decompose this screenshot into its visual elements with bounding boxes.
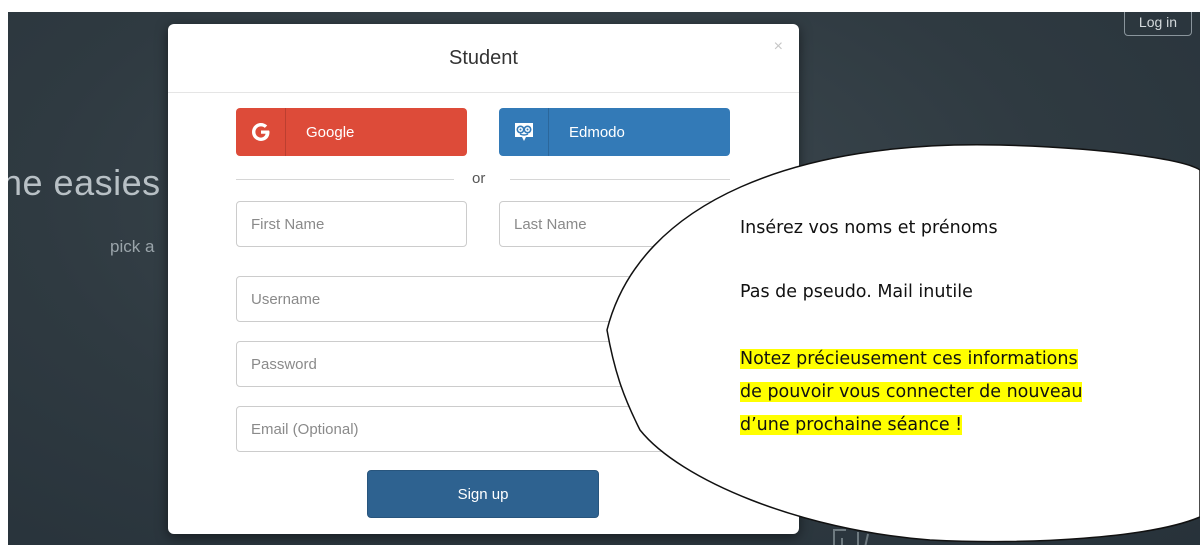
divider-line-right xyxy=(510,179,730,180)
callout-highlight-line-3: d’une prochaine séance ! xyxy=(740,415,963,435)
edmodo-label: Edmodo xyxy=(569,123,625,141)
callout-highlight-block: Notez précieusement ces informations de … xyxy=(740,345,1200,444)
divider-line-left xyxy=(236,179,454,180)
edmodo-owl-icon xyxy=(499,108,549,156)
google-label: Google xyxy=(306,123,355,141)
google-g-icon xyxy=(236,108,286,156)
username-input[interactable] xyxy=(236,276,730,322)
email-input[interactable] xyxy=(236,406,730,452)
callout-line-1: Insérez vos noms et prénoms xyxy=(740,218,998,238)
google-signin-button[interactable]: Google xyxy=(236,108,467,156)
password-input[interactable] xyxy=(236,341,730,387)
signup-modal: Student × Google Edmodo or Sign xyxy=(168,24,799,534)
hero-title: he easies xyxy=(8,162,161,203)
callout-highlight-line-1: Notez précieusement ces informations xyxy=(740,349,1078,369)
edmodo-signin-button[interactable]: Edmodo xyxy=(499,108,730,156)
last-name-input[interactable] xyxy=(499,201,730,247)
modal-header: Student × xyxy=(168,24,799,93)
signup-button[interactable]: Sign up xyxy=(367,470,599,518)
hero-subtitle: pick a xyxy=(110,237,155,256)
first-name-input[interactable] xyxy=(236,201,467,247)
divider-or: or xyxy=(472,170,486,187)
modal-title: Student xyxy=(449,46,518,69)
callout-highlight-line-2: de pouvoir vous connecter de nouveau xyxy=(740,382,1083,402)
close-icon[interactable]: × xyxy=(774,38,783,56)
chalk-doodle-icon xyxy=(833,529,869,545)
callout-line-2: Pas de pseudo. Mail inutile xyxy=(740,282,973,302)
login-button[interactable]: Log in xyxy=(1124,12,1192,36)
